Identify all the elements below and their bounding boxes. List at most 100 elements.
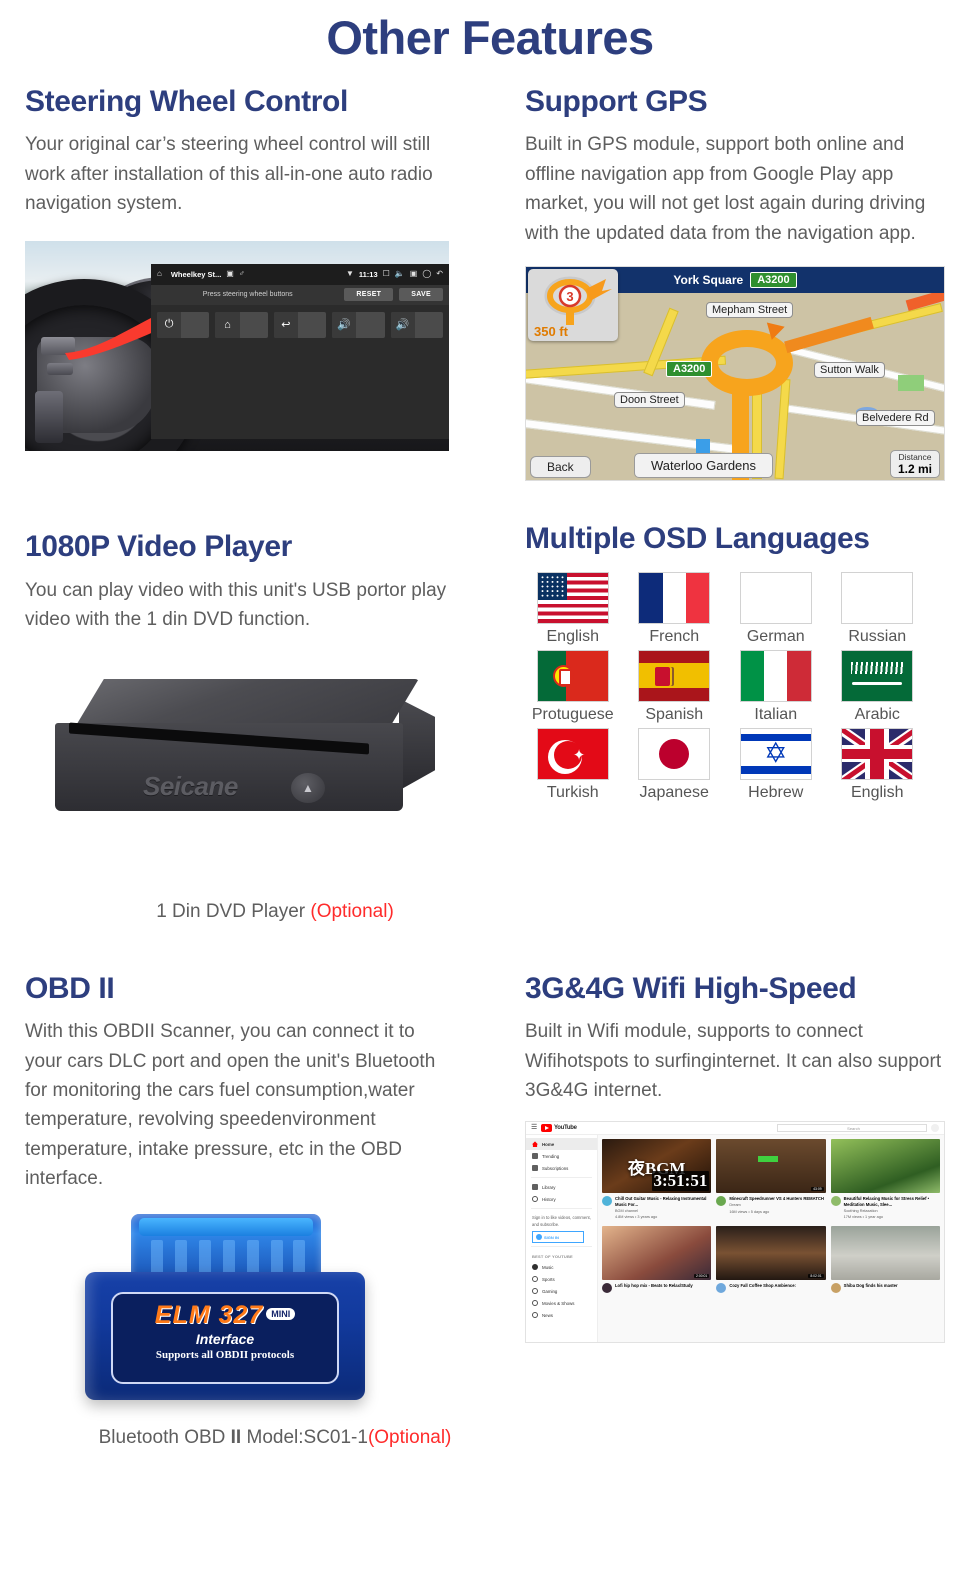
language-option[interactable]: Italian <box>728 649 824 724</box>
home-icon[interactable]: ⌂ <box>157 270 162 278</box>
key-volume-up-2[interactable]: 🔊 <box>390 311 444 338</box>
video-card[interactable]: Shiba Dog finds his master <box>830 1225 940 1293</box>
video-duration: 3:51:51 <box>651 1171 710 1192</box>
sidebar-divider <box>531 1208 592 1210</box>
video-duration: 2:00:01 <box>694 1273 710 1278</box>
map-road <box>526 418 746 456</box>
sign-in-button[interactable]: SIGN IN <box>532 1231 584 1243</box>
mute-icon[interactable]: 🔈 <box>395 270 405 278</box>
back-icon[interactable]: ↶ <box>436 270 443 278</box>
language-option[interactable]: Japanese <box>627 727 723 802</box>
features-grid: Steering Wheel Control Your original car… <box>0 84 980 1449</box>
svg-text:3: 3 <box>566 289 573 304</box>
language-option[interactable]: ✡ Hebrew <box>728 727 824 802</box>
video-meta: Shiba Dog finds his master <box>830 1282 940 1293</box>
reset-button[interactable]: RESET <box>344 288 394 302</box>
sidebar-item-music[interactable]: Music <box>526 1261 597 1273</box>
video-card[interactable]: 2:00:01 Lofi hip hop mix - Beats to Rela… <box>602 1225 712 1293</box>
language-option[interactable]: Russian <box>830 571 926 646</box>
language-option[interactable]: English <box>525 571 621 646</box>
language-label: Italian <box>754 705 798 723</box>
eject-icon[interactable]: ▲ <box>291 772 325 803</box>
gps-turn-distance: 350 ft <box>534 324 568 340</box>
video-card[interactable]: 夜BGM 3:51:51 Chill Out Guitar Music - Re… <box>602 1139 712 1220</box>
sidebar-item-gaming[interactable]: Gaming <box>526 1285 597 1297</box>
map-label: Doon Street <box>614 392 685 409</box>
sidebar-item-movies[interactable]: Movies & Shows <box>526 1297 597 1309</box>
video-row: 2:00:01 Lofi hip hop mix - Beats to Rela… <box>602 1225 940 1293</box>
language-option[interactable]: ✦ Turkish <box>525 727 621 802</box>
sidebar-item-label: Sports <box>542 1276 555 1282</box>
language-option[interactable]: Arabic <box>830 649 926 724</box>
dvd-player-photo: Seicane ▲ <box>25 661 525 891</box>
save-button[interactable]: SAVE <box>399 288 443 302</box>
steering-title: Steering Wheel Control <box>25 84 348 118</box>
gps-back-button[interactable]: Back <box>530 456 591 479</box>
video-body: You can play video with this unit's USB … <box>25 579 447 631</box>
android-clock: 11:13 <box>358 269 378 279</box>
sidebar-item-sports[interactable]: Sports <box>526 1273 597 1285</box>
language-option[interactable]: Spanish <box>627 649 723 724</box>
camera-icon[interactable]: ☐ <box>383 270 390 278</box>
feature-wifi-highspeed: 3G&4G Wifi High-Speed Built in Wifi modu… <box>525 923 980 1449</box>
obd-caption-model: Model:SC01-1 <box>241 1426 368 1448</box>
sidebar-item-library[interactable]: Library <box>526 1181 597 1193</box>
key-home[interactable]: ⌂ <box>215 311 268 338</box>
video-duration: 8:02:01 <box>808 1273 824 1278</box>
key-back[interactable]: ↩ <box>273 311 327 338</box>
youtube-logo[interactable]: YouTube <box>541 1124 577 1133</box>
flag-germany-icon <box>739 571 812 624</box>
feature-support-gps: Support GPS Built in GPS module, support… <box>525 84 980 482</box>
language-option[interactable]: Protuguese <box>525 649 621 724</box>
video-card[interactable]: 8:02:01 Cozy Fall Coffee Shop Ambience: <box>716 1225 826 1293</box>
sidebar-item-home[interactable]: Home <box>526 1138 597 1151</box>
video-card[interactable]: 43:09 Minecraft Speedrunner VS 4 Hunters… <box>716 1139 826 1220</box>
sidebar-item-trending[interactable]: Trending <box>526 1150 597 1162</box>
language-label: Spanish <box>645 705 704 723</box>
flag-israel-icon: ✡ <box>739 727 812 780</box>
microphone-icon[interactable] <box>931 1124 939 1133</box>
sidebar-item-label: History <box>542 1196 556 1202</box>
gps-body: Built in GPS module, support both online… <box>525 134 926 244</box>
language-option[interactable]: German <box>728 571 824 646</box>
flag-saudi-arabia-icon <box>841 649 914 702</box>
sidebar-item-label: Gaming <box>542 1288 558 1294</box>
gps-destination-label: Waterloo Gardens <box>634 453 774 479</box>
android-status-bar: ⌂ Wheelkey St... ▣ ♂ ▼ 11:13 ☐ 🔈 ▣ ◯ ↶ <box>151 263 449 285</box>
back-icon: ↩ <box>273 311 298 338</box>
youtube-wordmark: YouTube <box>554 1125 577 1132</box>
screenshot-icon[interactable]: ▣ <box>410 270 418 278</box>
music-icon <box>532 1264 538 1270</box>
feature-video-player: 1080P Video Player You can play video wi… <box>25 481 525 922</box>
press-wheel-hint: Press steering wheel buttons <box>202 291 293 299</box>
search-input[interactable]: Search <box>777 1124 927 1133</box>
sidebar-item-history[interactable]: History <box>526 1193 597 1205</box>
dvd-front-panel: Seicane ▲ <box>55 722 403 811</box>
sidebar-item-label: Trending <box>542 1153 560 1159</box>
language-label: German <box>746 627 805 645</box>
language-label: English <box>851 783 904 801</box>
flag-usa-icon <box>536 571 609 624</box>
key-power[interactable]: ⏻ <box>157 311 210 338</box>
key-volume-up-1[interactable]: 🔊 <box>332 311 385 338</box>
language-option[interactable]: French <box>627 571 723 646</box>
page-title: Other Features <box>326 11 654 64</box>
channel-avatar <box>716 1282 727 1293</box>
sign-in-label: SIGN IN <box>544 1234 559 1240</box>
map-route-exit <box>784 316 874 354</box>
video-thumbnail: 夜BGM 3:51:51 <box>602 1139 712 1194</box>
sidebar-item-label: Library <box>542 1184 556 1190</box>
channel-avatar <box>830 1196 841 1207</box>
obd-optional-tag: (Optional) <box>367 1426 452 1448</box>
language-option[interactable]: English <box>830 727 926 802</box>
sd-card-icon: ▣ <box>226 269 234 279</box>
flag-spain-icon <box>638 649 711 702</box>
hamburger-menu-icon[interactable]: ☰ <box>531 1124 537 1131</box>
apps-icon[interactable]: ◯ <box>422 270 431 278</box>
sidebar-item-news[interactable]: News <box>526 1309 597 1321</box>
sidebar-item-label: Movies & Shows <box>542 1300 575 1306</box>
sidebar-item-subscriptions[interactable]: Subscriptions <box>526 1162 597 1174</box>
video-card[interactable]: Beautiful Relaxing Music for Stress Reli… <box>830 1139 940 1220</box>
trending-icon <box>532 1153 538 1160</box>
video-meta: Beautiful Relaxing Music for Stress Reli… <box>830 1196 940 1220</box>
